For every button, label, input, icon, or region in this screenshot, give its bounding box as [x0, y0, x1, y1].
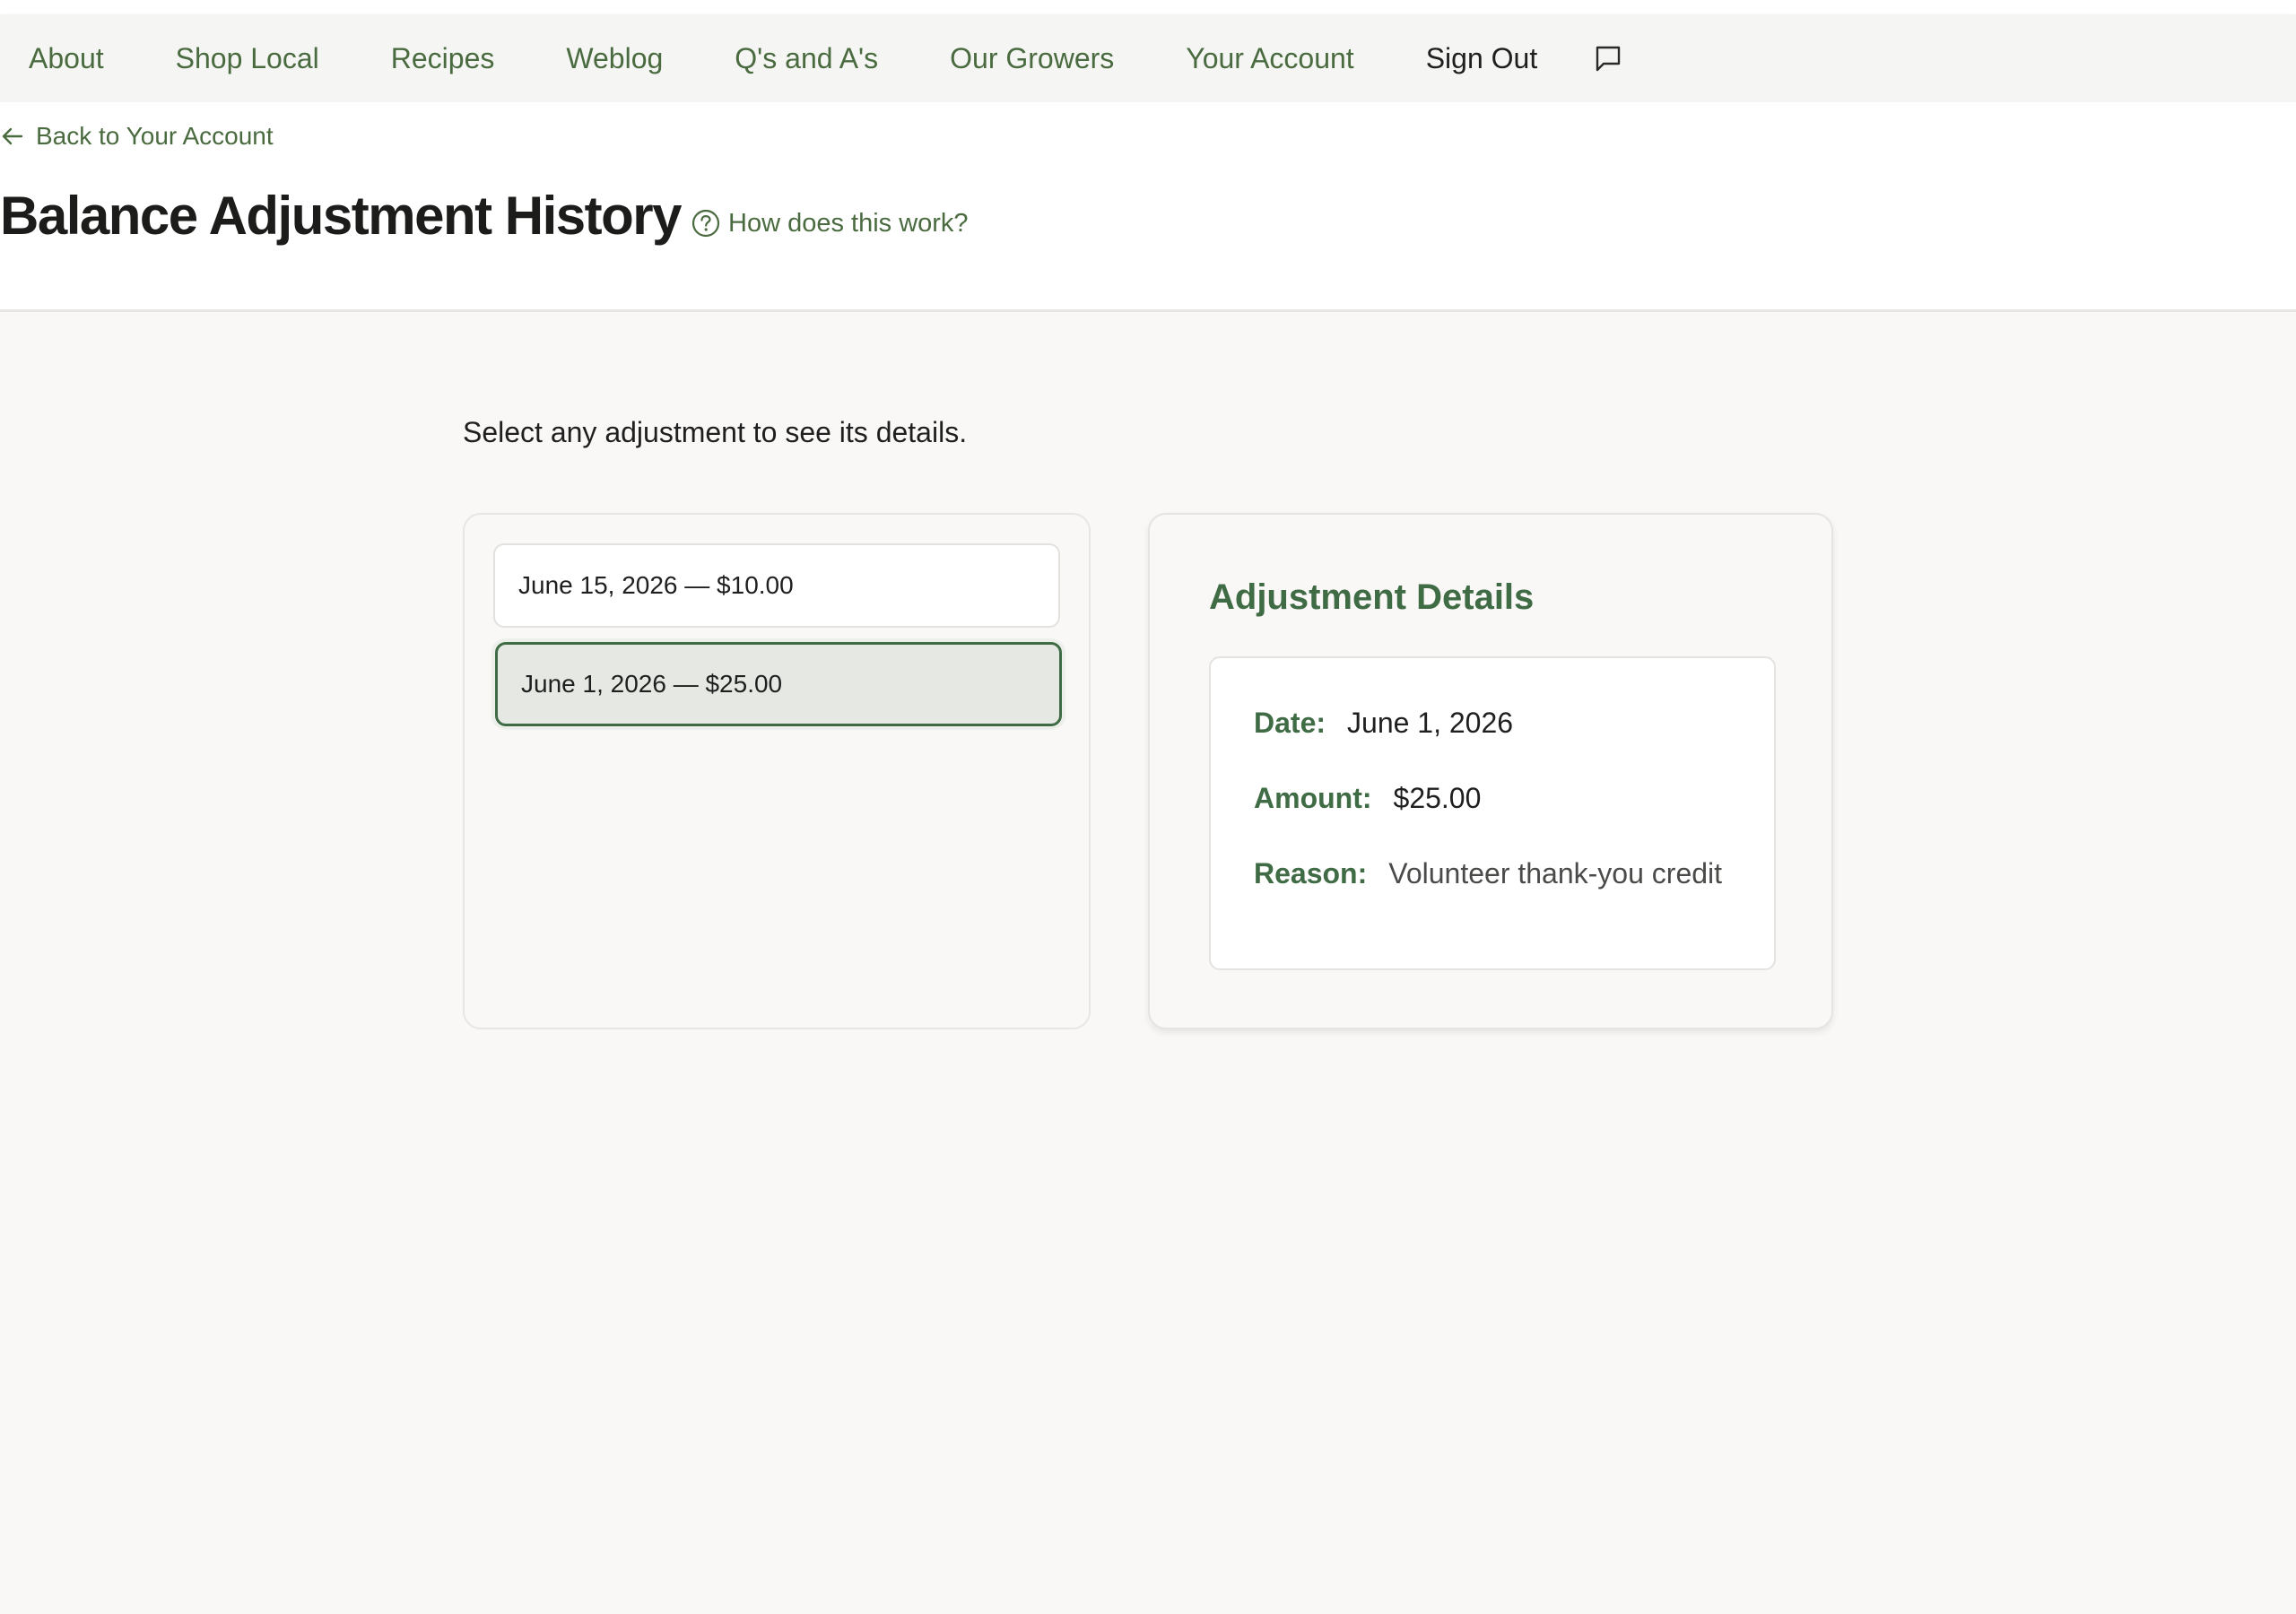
page-title: Balance Adjustment History [0, 186, 682, 246]
arrow-left-icon [2, 127, 23, 145]
nav-weblog[interactable]: Weblog [566, 42, 663, 75]
adjustment-details-panel: Adjustment Details Date: June 1, 2026 Am… [1148, 513, 1833, 1029]
nav-recipes[interactable]: Recipes [391, 42, 495, 75]
amount-value: $25.00 [1393, 782, 1482, 814]
detail-row-date: Date: June 1, 2026 [1254, 707, 1513, 740]
adjustment-list-panel: June 15, 2026 — $10.00 June 1, 2026 — $2… [463, 513, 1091, 1029]
amount-label: Amount: [1254, 782, 1372, 814]
how-does-this-work-link[interactable]: How does this work? [691, 208, 969, 239]
top-navigation: About Shop Local Recipes Weblog Q's and … [0, 14, 2296, 102]
chat-bubble-icon[interactable] [1593, 43, 1623, 74]
help-link-label: How does this work? [728, 208, 969, 238]
nav-your-account[interactable]: Your Account [1186, 42, 1353, 75]
back-to-account-link[interactable]: Back to Your Account [0, 122, 274, 151]
detail-row-amount: Amount: $25.00 [1254, 782, 1481, 815]
page-header: Back to Your Account Balance Adjustment … [0, 102, 2296, 312]
back-link-label: Back to Your Account [36, 122, 274, 150]
main-content: Select any adjustment to see its details… [0, 312, 2296, 1614]
adjustment-item[interactable]: June 15, 2026 — $10.00 [493, 543, 1060, 628]
detail-row-reason: Reason: Volunteer thank-you credit [1254, 857, 1722, 890]
instructions-text: Select any adjustment to see its details… [463, 416, 968, 448]
details-title: Adjustment Details [1209, 577, 1535, 617]
nav-our-growers[interactable]: Our Growers [950, 42, 1114, 75]
adjustment-item-selected[interactable]: June 1, 2026 — $25.00 [495, 642, 1062, 726]
reason-value: Volunteer thank-you credit [1388, 857, 1723, 889]
nav-about[interactable]: About [29, 42, 104, 75]
question-circle-icon [691, 209, 720, 238]
sign-out-link[interactable]: Sign Out [1426, 42, 1538, 75]
date-value: June 1, 2026 [1347, 707, 1514, 739]
reason-label: Reason: [1254, 857, 1368, 889]
details-box: Date: June 1, 2026 Amount: $25.00 Reason… [1209, 656, 1776, 970]
nav-qs-and-as[interactable]: Q's and A's [735, 42, 878, 75]
date-label: Date: [1254, 707, 1326, 739]
nav-shop-local[interactable]: Shop Local [176, 42, 319, 75]
